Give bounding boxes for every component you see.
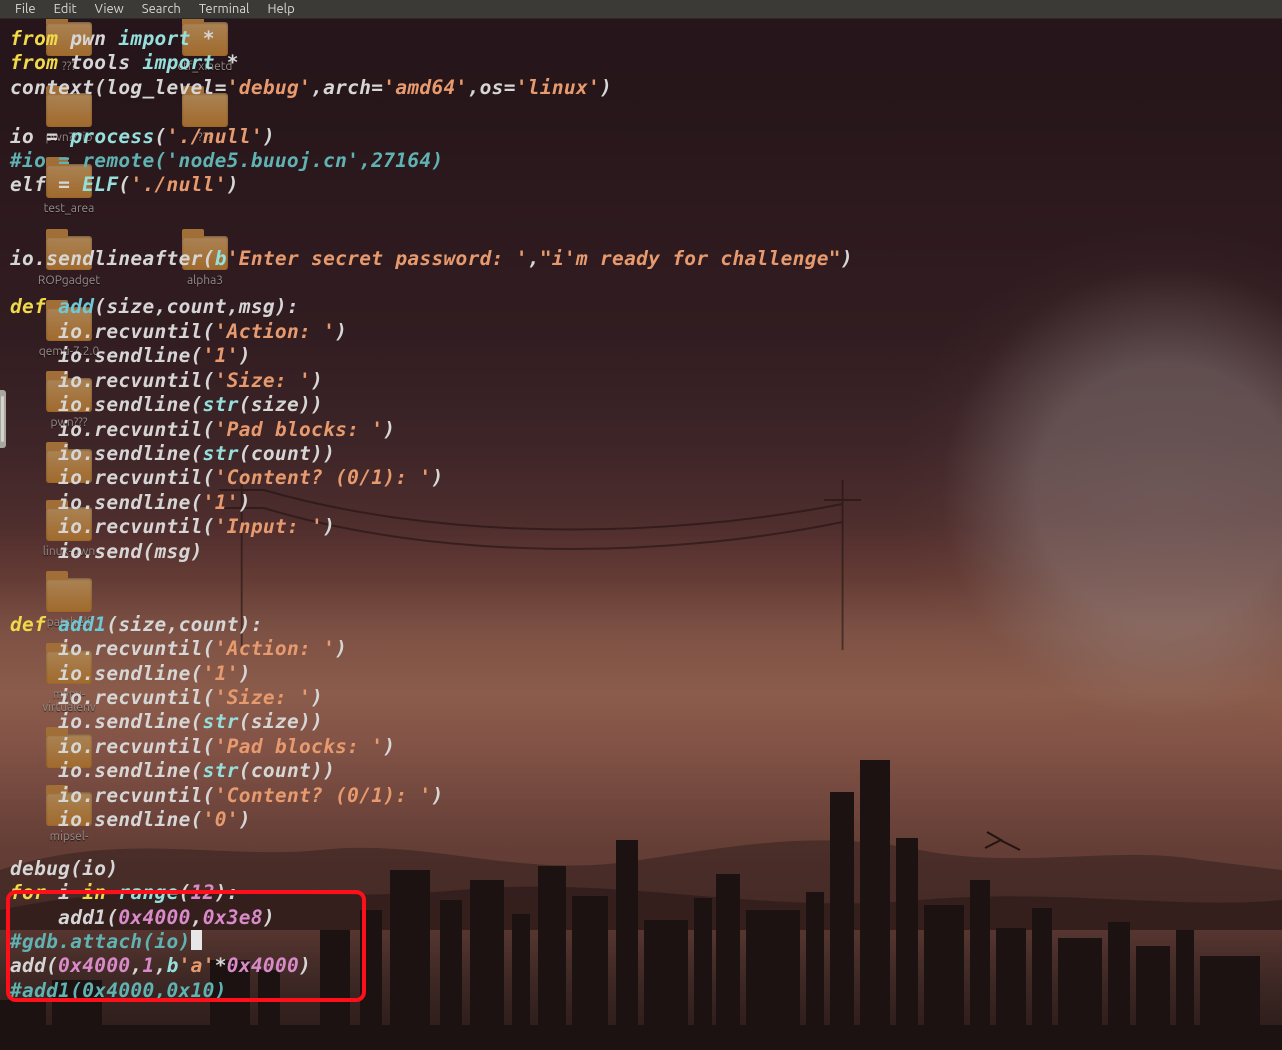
text-cursor (191, 930, 202, 950)
menu-edit[interactable]: Edit (45, 1, 86, 17)
terminal-pane[interactable]: from pwn import * from tools import * co… (0, 19, 1282, 1050)
panel-edge-handle[interactable] (0, 390, 6, 448)
menu-help[interactable]: Help (258, 1, 303, 17)
menu-view[interactable]: View (86, 1, 133, 17)
menu-file[interactable]: File (6, 1, 45, 17)
menu-search[interactable]: Search (133, 1, 190, 17)
menu-terminal[interactable]: Terminal (190, 1, 259, 17)
terminal-menubar: File Edit View Search Terminal Help (0, 0, 1282, 19)
code-content[interactable]: from pwn import * from tools import * co… (0, 19, 1282, 1050)
